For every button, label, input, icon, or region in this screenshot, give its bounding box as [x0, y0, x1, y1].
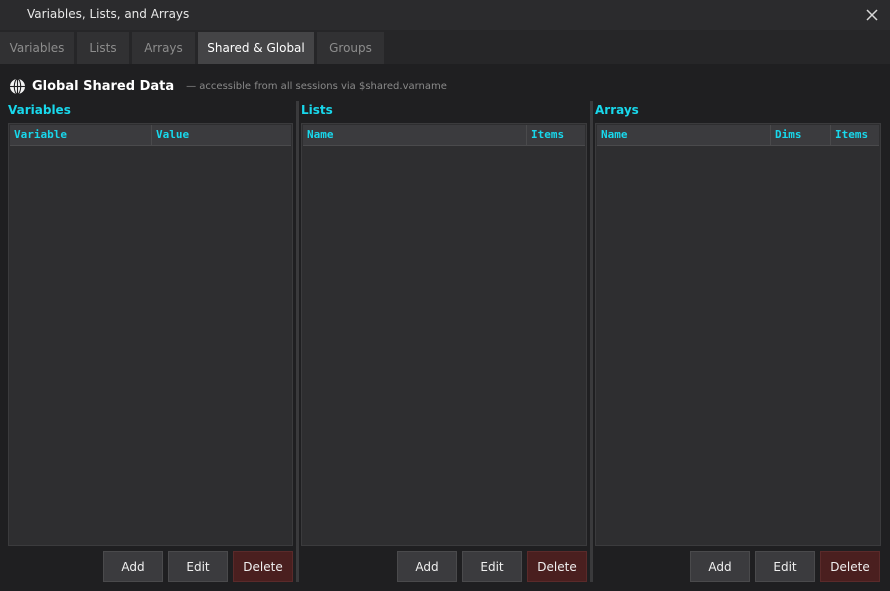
tab-variables[interactable]: Variables	[0, 32, 74, 64]
window-title: Variables, Lists, and Arrays	[27, 7, 190, 21]
close-icon	[866, 9, 878, 21]
close-button[interactable]	[860, 3, 884, 27]
variables-panel-label: Variables	[8, 103, 71, 117]
arrays-add-button[interactable]: Add	[690, 551, 750, 582]
column-header-name[interactable]: Name	[597, 125, 770, 145]
lists-edit-button[interactable]: Edit	[462, 551, 522, 582]
tab-groups[interactable]: Groups	[317, 32, 384, 64]
variables-table-header: Variable Value	[10, 125, 291, 146]
column-header-name[interactable]: Name	[303, 125, 526, 145]
arrays-table[interactable]: Name Dims Items	[595, 123, 881, 546]
tab-bar: Variables Lists Arrays Shared & Global G…	[0, 30, 890, 64]
column-header-dims[interactable]: Dims	[770, 125, 830, 145]
panel-splitter[interactable]	[590, 101, 593, 582]
globe-icon	[10, 77, 25, 95]
app-window: Variables, Lists, and Arrays Variables L…	[0, 0, 890, 591]
variables-delete-button[interactable]: Delete	[233, 551, 293, 582]
title-bar: Variables, Lists, and Arrays	[0, 0, 890, 30]
column-header-items[interactable]: Items	[830, 125, 881, 145]
arrays-panel-label: Arrays	[595, 103, 639, 117]
lists-add-button[interactable]: Add	[397, 551, 457, 582]
lists-delete-button[interactable]: Delete	[527, 551, 587, 582]
page-title: Global Shared Data	[32, 78, 175, 94]
lists-table[interactable]: Name Items	[301, 123, 587, 546]
lists-table-header: Name Items	[303, 125, 585, 146]
lists-panel-label: Lists	[301, 103, 333, 117]
panel-splitter[interactable]	[296, 101, 299, 582]
section-header: Global Shared Data — accessible from all…	[9, 76, 447, 96]
column-header-variable[interactable]: Variable	[10, 125, 151, 145]
tab-shared-global[interactable]: Shared & Global	[198, 32, 314, 64]
arrays-edit-button[interactable]: Edit	[755, 551, 815, 582]
arrays-delete-button[interactable]: Delete	[820, 551, 880, 582]
variables-edit-button[interactable]: Edit	[168, 551, 228, 582]
variables-add-button[interactable]: Add	[103, 551, 163, 582]
tab-arrays[interactable]: Arrays	[132, 32, 195, 64]
tab-lists[interactable]: Lists	[77, 32, 129, 64]
arrays-table-header: Name Dims Items	[597, 125, 879, 146]
column-header-items[interactable]: Items	[526, 125, 587, 145]
column-header-value[interactable]: Value	[151, 125, 293, 145]
page-subtitle: — accessible from all sessions via $shar…	[186, 80, 447, 92]
variables-table[interactable]: Variable Value	[8, 123, 293, 546]
